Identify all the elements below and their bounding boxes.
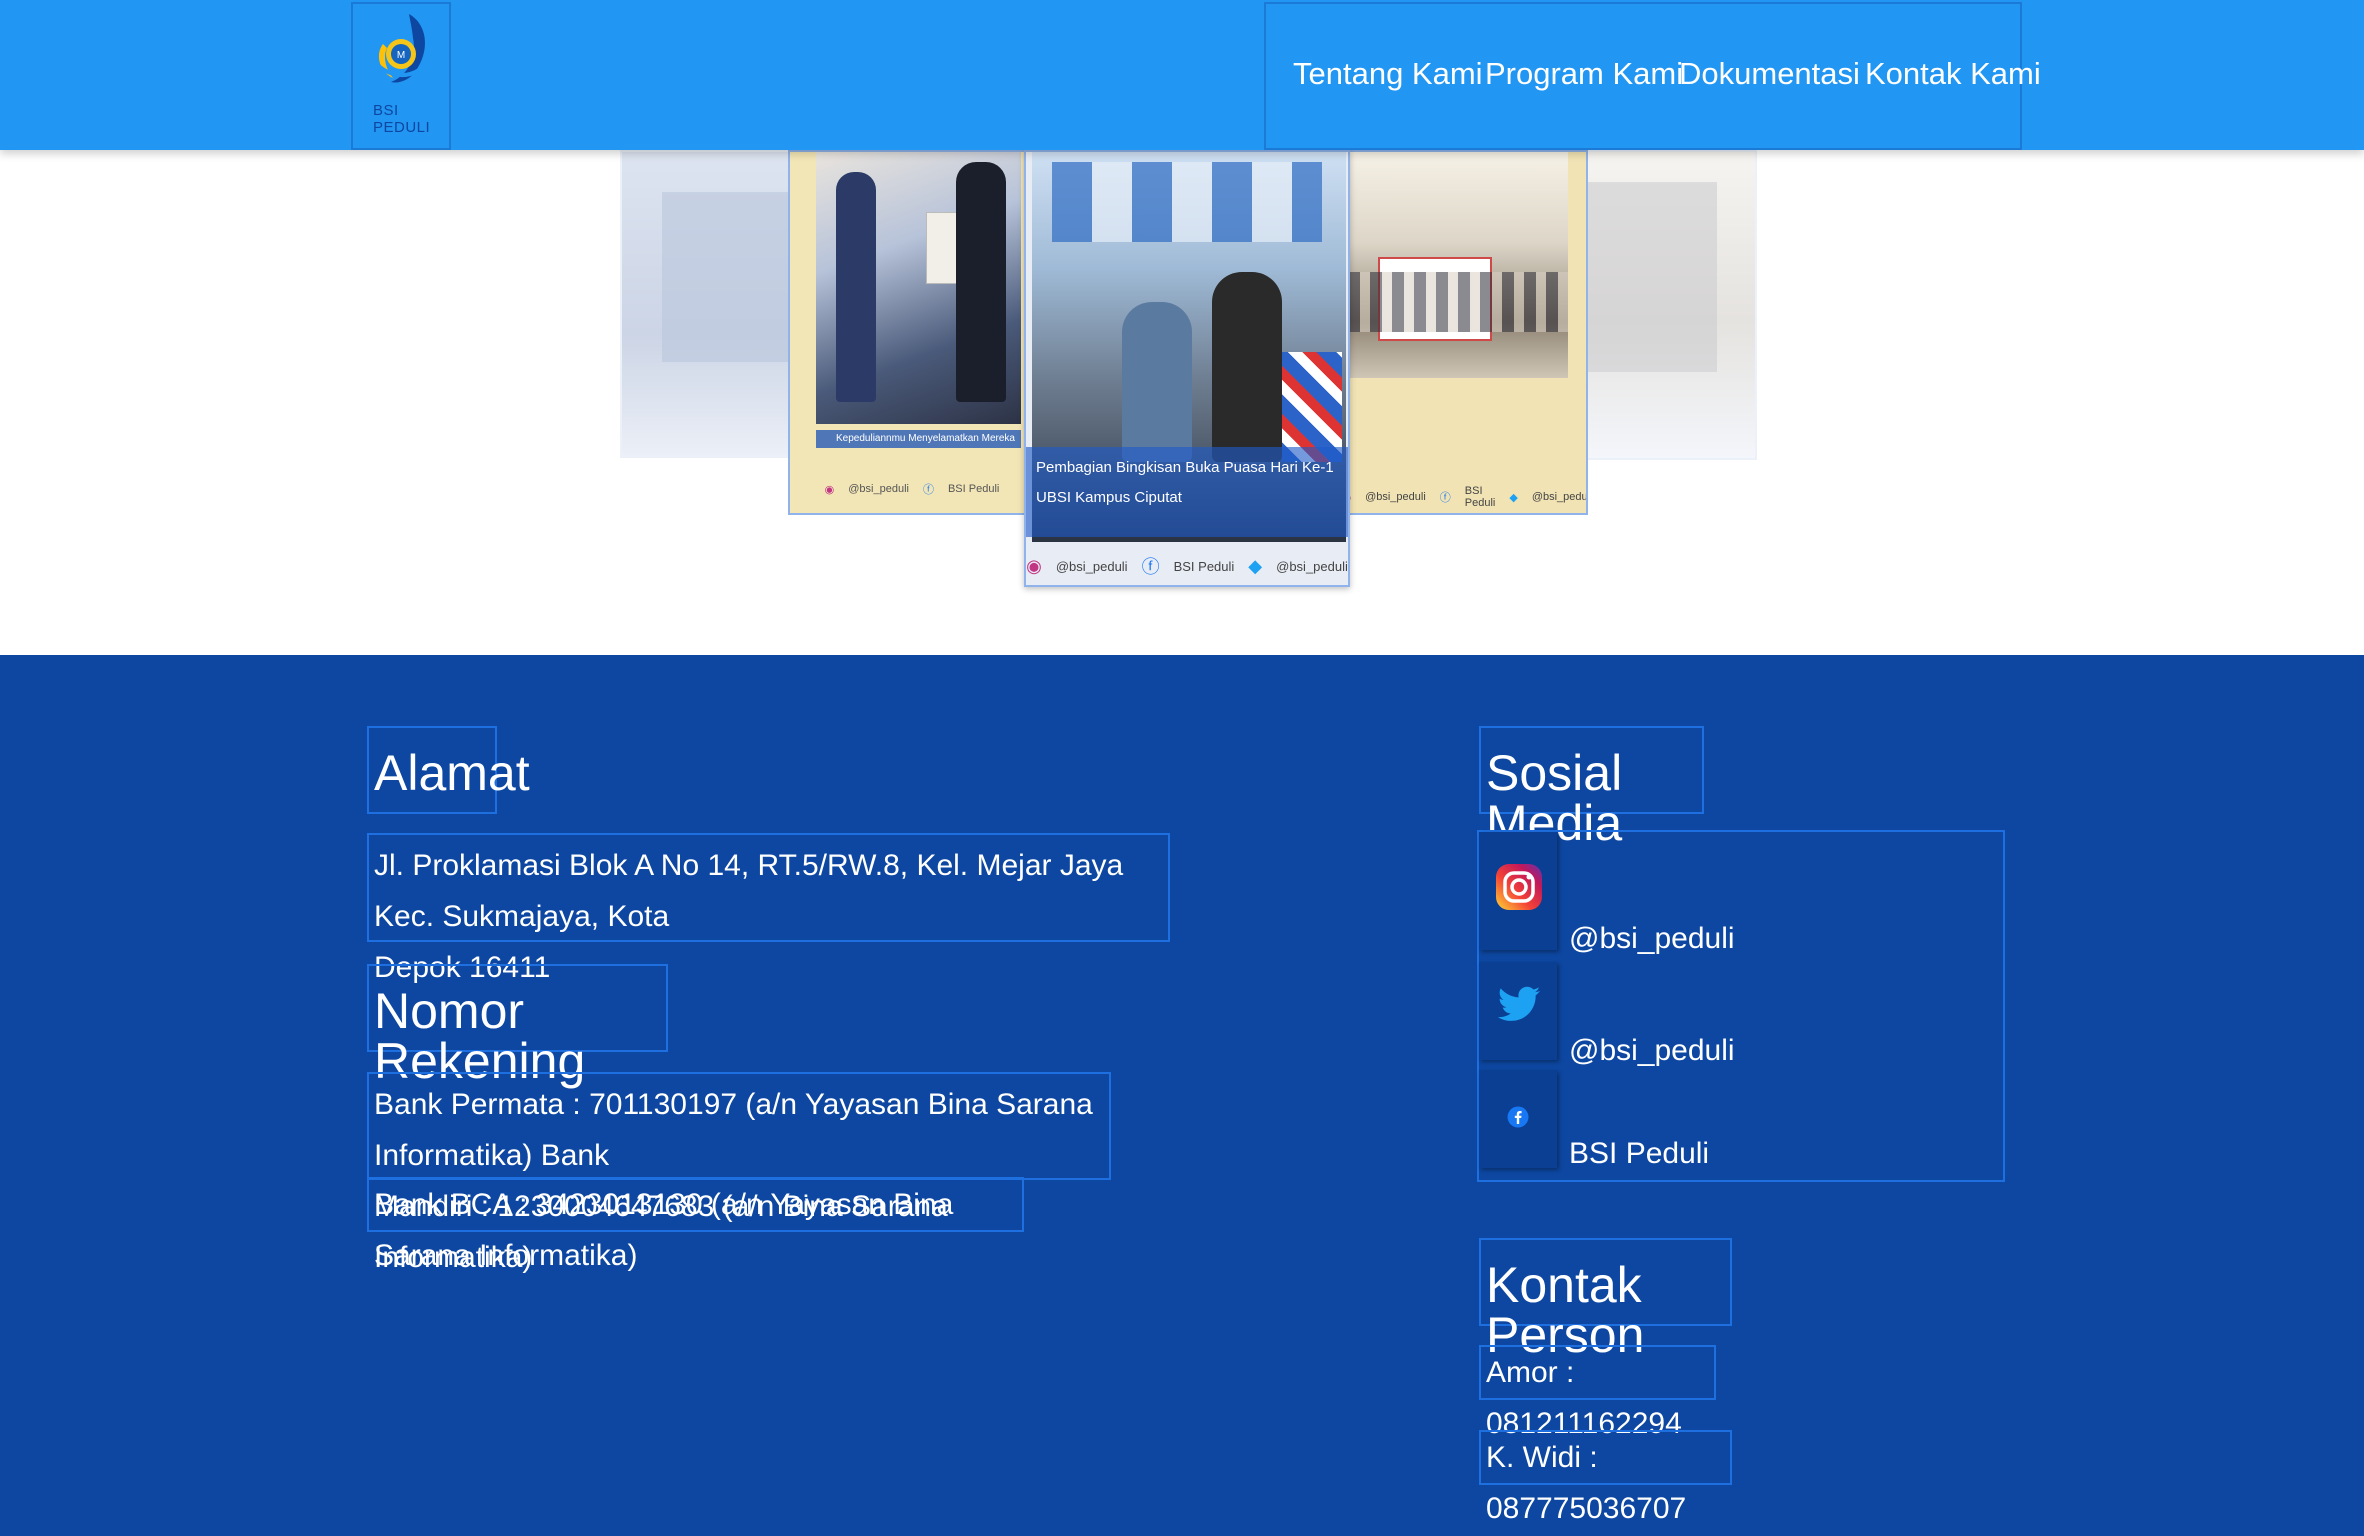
brand-logo[interactable]: M BSI PEDULI	[351, 2, 451, 150]
rekening-text: Bank Permata : 701130197 (a/n Yayasan Bi…	[367, 1072, 1111, 1274]
facebook-icon	[1507, 1106, 1529, 1128]
svg-text:M: M	[397, 50, 405, 61]
twitter-icon	[1497, 986, 1541, 1021]
facebook-icon: ⓕ	[1141, 557, 1160, 577]
facebook-link-tile[interactable]	[1479, 1070, 1557, 1168]
slide-social-strip: ◉ @bsi_peduli ⓕ BSI Peduli ◆ @bsi_peduli	[1026, 550, 1348, 582]
facebook-icon: ⓕ	[922, 484, 934, 496]
slide-caption: Pembagian Bingkisan Buka Puasa Hari Ke-1…	[1026, 447, 1348, 537]
nav-item-kontak-kami[interactable]: Kontak Kami	[1865, 56, 2041, 92]
slide-social-strip: ◉ @bsi_peduli ⓕ BSI Peduli ◆ @bsi_peduli	[1348, 482, 1586, 512]
carousel-slide-left[interactable]: Kepeduliannmu Menyelamatkan Mereka ◉ @bs…	[788, 150, 1036, 515]
facebook-icon: ⓕ	[1439, 492, 1451, 504]
slide-photo	[1577, 182, 1717, 372]
twitter-link-tile[interactable]	[1479, 962, 1557, 1060]
slide-photo	[1348, 152, 1568, 378]
kontak-person-item: K. Widi : 087775036707	[1479, 1430, 1732, 1525]
twitter-link[interactable]: @bsi_peduli	[1569, 1034, 1735, 1068]
rekening-line: Bank Permata : 701130197 (a/n Yayasan Bi…	[374, 1088, 1093, 1172]
carousel-slide-center[interactable]: Pembagian Bingkisan Buka Puasa Hari Ke-1…	[1024, 150, 1350, 587]
slide-caption: Kepeduliannmu Menyelamatkan Mereka	[816, 430, 1021, 448]
slide-photo	[816, 152, 1021, 424]
carousel-slide-right[interactable]: ◉ @bsi_peduli ⓕ BSI Peduli ◆ @bsi_peduli	[1346, 150, 1588, 515]
rekening-heading: Nomor Rekening	[367, 964, 668, 1086]
instagram-link-tile[interactable]	[1479, 832, 1557, 950]
twitter-icon: ◆	[1248, 555, 1263, 576]
slide-social-strip: ◉ @bsi_peduli ⓕ BSI Peduli	[824, 483, 1000, 496]
instagram-link[interactable]: @bsi_peduli	[1569, 922, 1735, 956]
instagram-icon: ◉	[1026, 555, 1042, 576]
kontak-person-heading: Kontak Person	[1479, 1238, 1732, 1360]
nav-item-tentang-kami[interactable]: Tentang Kami	[1293, 56, 1483, 92]
footer: Alamat Jl. Proklamasi Blok A No 14, RT.5…	[0, 655, 2364, 1536]
documentation-carousel[interactable]: Kepeduliannmu Menyelamatkan Mereka ◉ @bs…	[0, 150, 2364, 655]
brand-logo-text: BSI PEDULI	[373, 102, 431, 136]
rekening-line: Bank BCA : 3423013130 (a/n Yayasan Bina …	[367, 1177, 1024, 1272]
nav-menu: Tentang Kami Program Kami Dokumentasi Ko…	[1264, 2, 2041, 150]
facebook-link[interactable]: BSI Peduli	[1569, 1137, 1709, 1171]
social-media-list: @bsi_peduli @bsi_peduli BSI Peduli	[1477, 830, 2005, 1182]
navbar: M BSI PEDULI Tentang Kami Program Kami D…	[0, 0, 2364, 150]
nav-item-program-kami[interactable]: Program Kami	[1485, 56, 1683, 92]
nav-item-dokumentasi[interactable]: Dokumentasi	[1679, 56, 1860, 92]
instagram-icon: ◉	[824, 483, 835, 496]
alamat-line: Jl. Proklamasi Blok A No 14, RT.5/RW.8, …	[374, 849, 1124, 933]
bsi-peduli-logo-icon: M	[373, 14, 426, 83]
alamat-text: Jl. Proklamasi Blok A No 14, RT.5/RW.8, …	[367, 833, 1170, 984]
instagram-icon	[1496, 864, 1542, 910]
kontak-person-item: Amor : 081211162294	[1479, 1345, 1716, 1440]
alamat-heading: Alamat	[367, 726, 530, 814]
twitter-icon: ◆	[1509, 491, 1518, 504]
sosial-media-heading: Sosial Media	[1479, 726, 1704, 848]
